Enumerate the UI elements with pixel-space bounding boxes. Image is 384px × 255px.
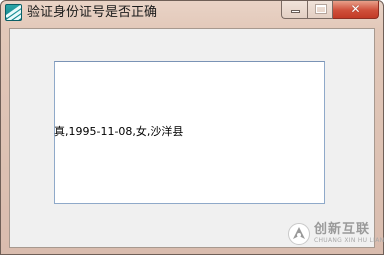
form-client-area: 真,1995-11-08,女,沙洋县 (9, 28, 375, 248)
minimize-icon (291, 10, 300, 13)
close-button[interactable]: ✕ (333, 1, 379, 19)
result-textbox[interactable]: 真,1995-11-08,女,沙洋县 (54, 61, 325, 204)
result-text: 真,1995-11-08,女,沙洋县 (54, 125, 184, 138)
maximize-button[interactable] (307, 1, 333, 19)
maximize-icon (316, 5, 326, 13)
app-icon[interactable] (5, 4, 22, 21)
minimize-button[interactable] (281, 1, 307, 19)
title-bar[interactable]: 验证身份证号是否正确 ✕ (1, 1, 383, 27)
watermark-subtitle: CHUANG XIN HU LIAN (314, 237, 384, 244)
watermark-logo (288, 223, 310, 245)
watermark: 创新互联 CHUANG XIN HU LIAN (288, 222, 384, 248)
close-icon: ✕ (350, 2, 361, 16)
watermark-name: 创新互联 (314, 222, 371, 237)
window-title: 验证身份证号是否正确 (27, 5, 158, 20)
app-window: 验证身份证号是否正确 ✕ 真,1995-11-08,女,沙洋县 创新互联 CHU… (0, 0, 384, 255)
